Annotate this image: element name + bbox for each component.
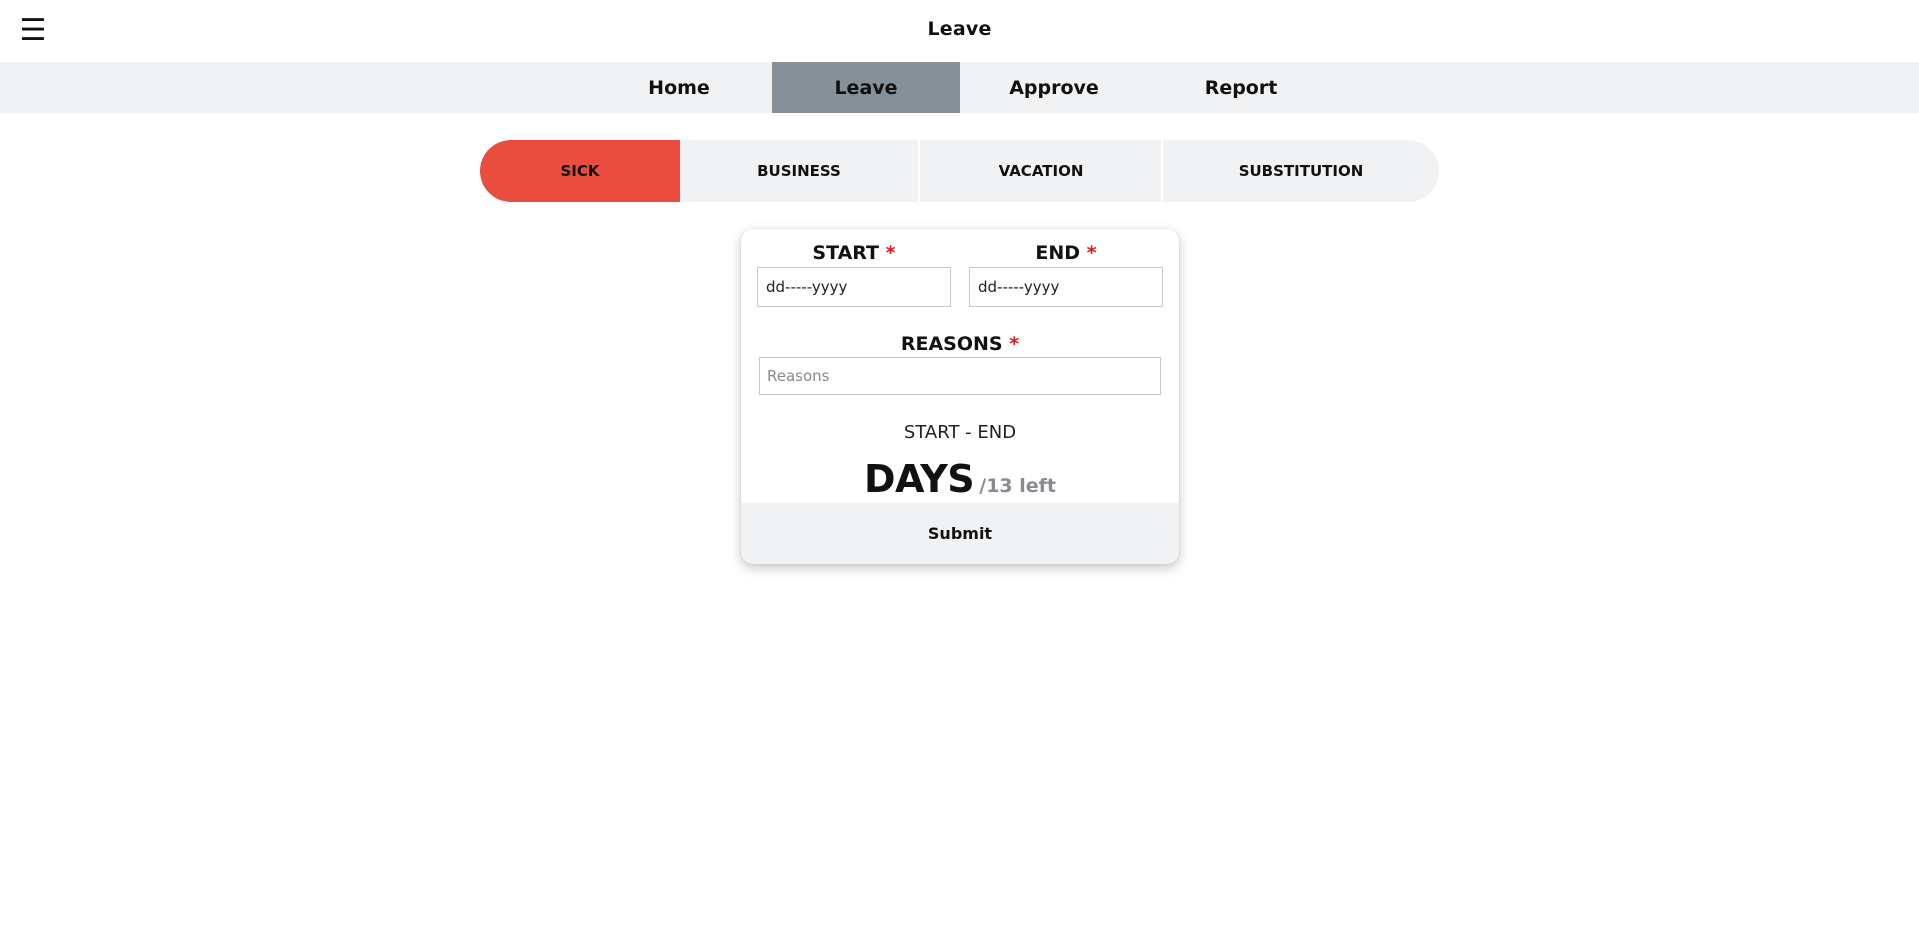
nav-tab-approve[interactable]: Approve xyxy=(960,62,1148,113)
required-mark: * xyxy=(1086,242,1097,264)
required-mark: * xyxy=(1009,333,1020,355)
start-date-input[interactable]: dd-----yyyy xyxy=(757,267,951,307)
nav-tab-report[interactable]: Report xyxy=(1147,62,1335,113)
reasons-label-text: REASONS xyxy=(900,333,1003,355)
page-title: Leave xyxy=(927,18,992,40)
start-label-text: START xyxy=(812,242,880,264)
submit-button[interactable]: Submit xyxy=(741,503,1179,564)
end-label-text: END xyxy=(1035,242,1081,264)
top-bar: ☰ Leave xyxy=(0,0,1919,62)
nav-tab-leave[interactable]: Leave xyxy=(772,62,960,113)
required-mark: * xyxy=(885,242,896,264)
reasons-input[interactable] xyxy=(759,357,1161,395)
nav-tab-home[interactable]: Home xyxy=(585,62,773,113)
leave-type-selector: SICK BUSINESS VACATION SUBSTITUTION xyxy=(480,140,1439,202)
leave-type-substitution[interactable]: SUBSTITUTION xyxy=(1163,140,1439,202)
days-summary: DAYS /13 left xyxy=(741,457,1179,501)
leave-type-sick[interactable]: SICK xyxy=(480,140,680,202)
start-label: START * xyxy=(757,242,951,264)
main-nav: Home Leave Approve Report xyxy=(0,62,1919,113)
segment-divider xyxy=(918,140,920,202)
date-range-text: START - END xyxy=(903,422,1017,443)
days-left: /13 left xyxy=(979,475,1057,497)
leave-type-vacation[interactable]: VACATION xyxy=(921,140,1161,202)
reasons-label: REASONS * xyxy=(741,333,1179,355)
end-label: END * xyxy=(969,242,1163,264)
leave-type-business[interactable]: BUSINESS xyxy=(680,140,918,202)
days-count: DAYS xyxy=(863,457,975,501)
leave-request-card: START * END * dd-----yyyy dd-----yyyy RE… xyxy=(741,229,1179,564)
end-date-input[interactable]: dd-----yyyy xyxy=(969,267,1163,307)
